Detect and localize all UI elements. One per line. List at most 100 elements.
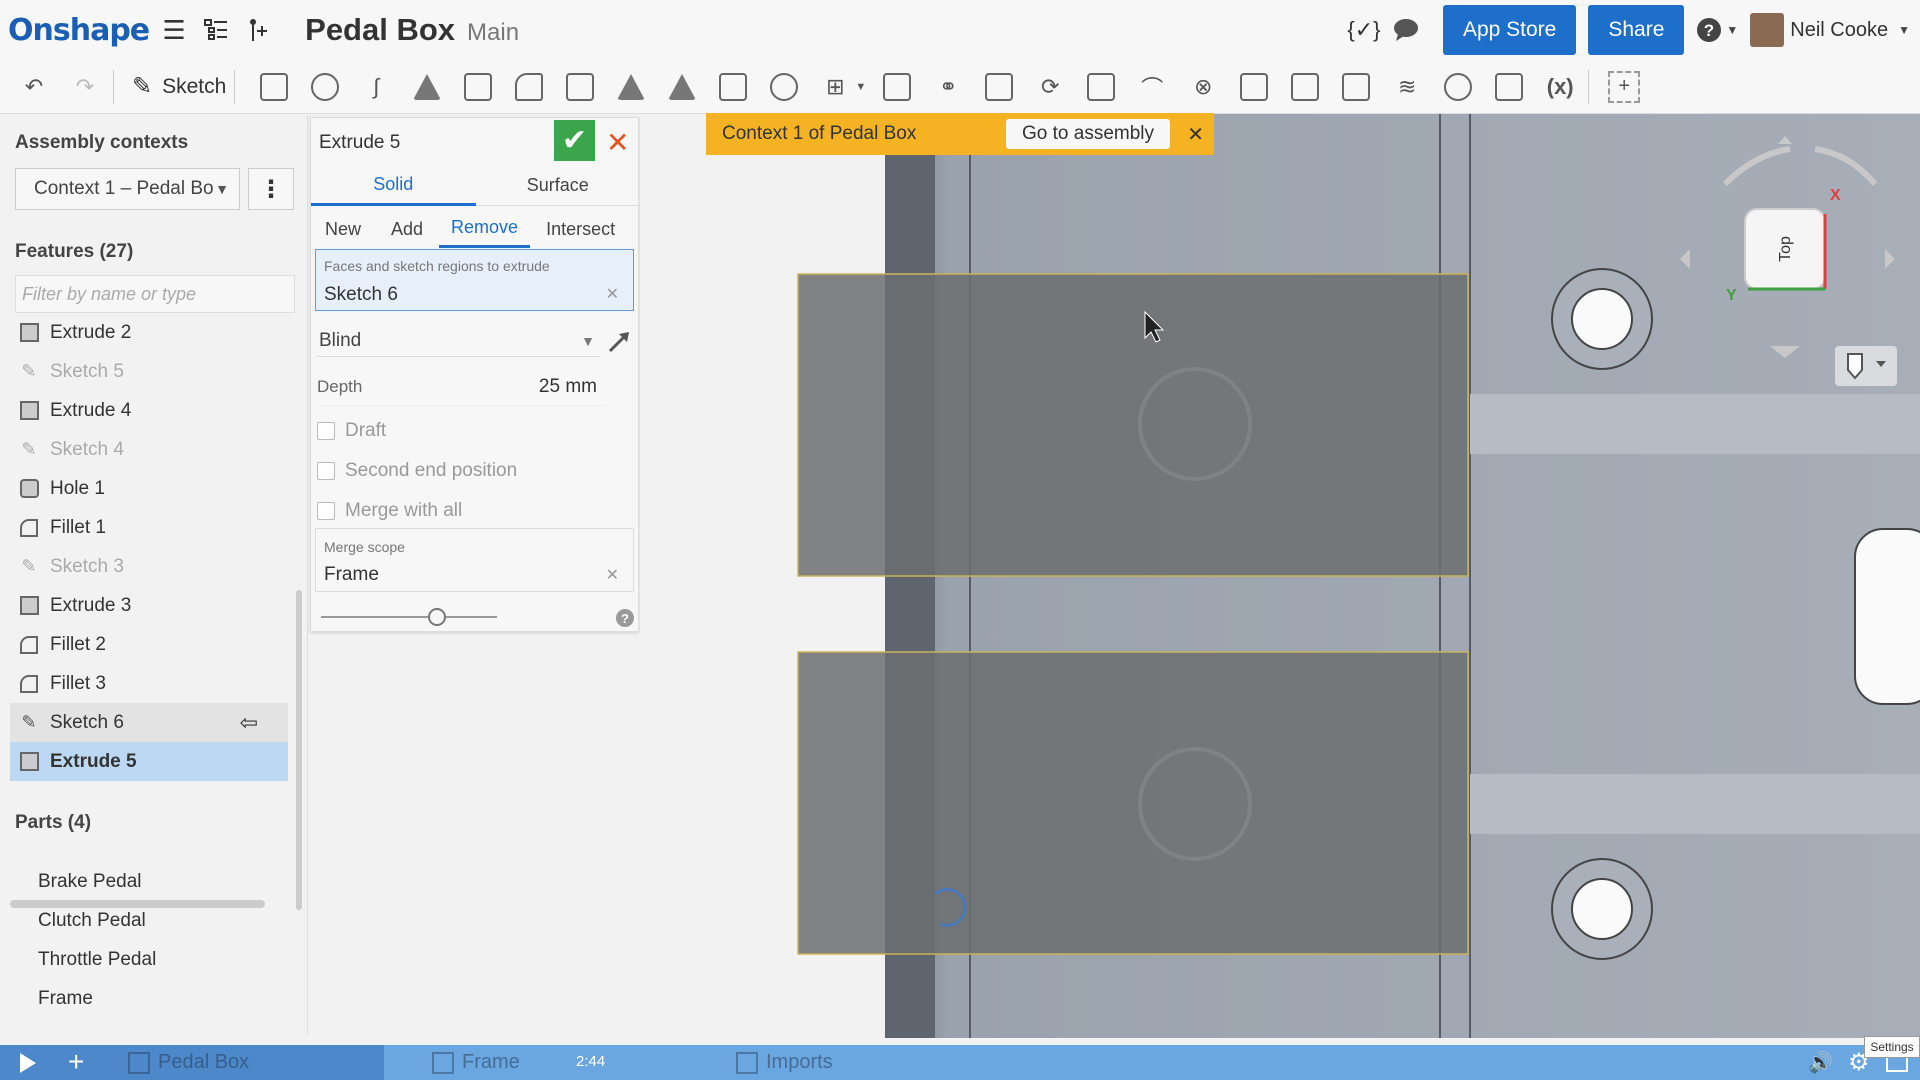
context-menu-icon[interactable]: ⋮ <box>248 168 294 210</box>
tab-pedal-box[interactable]: Pedal Box <box>128 1045 249 1080</box>
delete-part-icon[interactable] <box>1081 67 1121 107</box>
delete-face-icon[interactable]: ⊗ <box>1183 67 1223 107</box>
branch-name[interactable]: Main <box>467 19 519 47</box>
faces-selection-field[interactable]: Faces and sketch regions to extrude Sket… <box>315 249 634 311</box>
tab-add[interactable]: Add <box>391 210 423 248</box>
chamfer-icon[interactable] <box>560 67 600 107</box>
revolve-icon[interactable] <box>305 67 345 107</box>
render-mode-box[interactable] <box>1835 346 1897 386</box>
draft-checkbox[interactable] <box>317 422 335 440</box>
context-select[interactable]: Context 1 – Pedal Bo ▼ <box>15 168 240 210</box>
tab-new[interactable]: New <box>325 210 361 248</box>
app-store-button[interactable]: App Store <box>1442 5 1577 55</box>
add-custom-feature-icon[interactable]: + <box>1608 70 1641 103</box>
extrude-icon[interactable] <box>254 67 294 107</box>
user-avatar[interactable] <box>1750 13 1785 47</box>
feature-item[interactable]: Extrude 3 <box>10 586 288 625</box>
dialog-help-icon[interactable]: ? <box>616 609 634 627</box>
thicken-icon[interactable] <box>458 67 498 107</box>
go-to-assembly-button[interactable]: Go to assembly <box>1006 119 1170 149</box>
feature-filter-input[interactable]: Filter by name or type <box>15 275 295 313</box>
merge-all-option[interactable]: Merge with all <box>317 494 462 528</box>
feature-item[interactable]: Extrude 2 <box>10 313 288 352</box>
instances-icon[interactable] <box>241 13 275 47</box>
draft-option[interactable]: Draft <box>317 414 386 448</box>
feature-item[interactable]: Fillet 2 <box>10 625 288 664</box>
part-item[interactable]: Brake Pedal <box>38 862 156 901</box>
volume-icon[interactable]: 🔊 <box>1808 1050 1833 1075</box>
document-title[interactable]: Pedal Box <box>305 12 455 48</box>
merge-scope-field[interactable]: Merge scope Frame ✕ <box>315 528 634 592</box>
tab-intersect[interactable]: Intersect <box>546 210 615 248</box>
rollback-slider-track[interactable] <box>321 616 497 618</box>
hole-icon[interactable] <box>764 67 804 107</box>
mate-connector-icon[interactable] <box>1438 67 1478 107</box>
tab-remove[interactable]: Remove <box>439 210 531 248</box>
rib-icon[interactable] <box>662 67 702 107</box>
direction-flip-icon[interactable] <box>607 328 633 360</box>
features-title[interactable]: Features (27) <box>15 241 133 263</box>
end-type-select[interactable]: Blind ▼ <box>317 325 601 357</box>
onshape-logo[interactable]: Onshape <box>8 13 150 48</box>
mirror-icon[interactable] <box>877 67 917 107</box>
draft-icon[interactable] <box>611 67 651 107</box>
redo-icon[interactable]: ↷ <box>65 67 105 107</box>
modify-fillet-icon[interactable]: ⌒ <box>1132 67 1172 107</box>
feature-list-vertical-scrollbar[interactable] <box>296 590 302 910</box>
feature-item[interactable]: ✎ Sketch 6 ⇦ <box>10 703 288 742</box>
second-end-option[interactable]: Second end position <box>317 454 517 488</box>
plane-icon[interactable] <box>1336 67 1376 107</box>
merge-scope-value[interactable]: Frame <box>324 564 379 586</box>
feature-item[interactable]: Hole 1 <box>10 469 288 508</box>
move-face-icon[interactable] <box>1234 67 1274 107</box>
play-icon[interactable] <box>20 1053 36 1073</box>
tab-imports[interactable]: Imports <box>736 1045 833 1080</box>
graphics-viewport[interactable]: Top X Y <box>640 114 1920 1038</box>
feature-item[interactable]: Fillet 1 <box>10 508 288 547</box>
replace-face-icon[interactable] <box>1285 67 1325 107</box>
depth-field[interactable]: Depth 25 mm <box>317 368 607 406</box>
sketch-button[interactable]: ✎ Sketch <box>132 72 226 101</box>
variable-icon[interactable]: (x) <box>1540 67 1580 107</box>
pattern-icon[interactable]: ⊞ <box>815 67 855 107</box>
tab-surface[interactable]: Surface <box>475 166 640 206</box>
loft-icon[interactable] <box>407 67 447 107</box>
tab-solid[interactable]: Solid <box>311 166 476 206</box>
undo-icon[interactable]: ↶ <box>14 67 54 107</box>
part-item[interactable]: Frame <box>38 979 156 1018</box>
render-mode-button[interactable] <box>1835 346 1897 386</box>
merge-all-checkbox[interactable] <box>317 502 335 520</box>
variables-icon[interactable]: {✓} <box>1347 13 1381 47</box>
feature-item[interactable]: Fillet 3 <box>10 664 288 703</box>
feature-item[interactable]: ✎ Sketch 5 <box>10 352 288 391</box>
feature-list-icon[interactable] <box>199 13 233 47</box>
share-button[interactable]: Share <box>1588 5 1685 55</box>
rollback-slider-thumb[interactable] <box>428 608 446 626</box>
depth-value[interactable]: 25 mm <box>539 376 597 398</box>
model-canvas[interactable]: Top X Y <box>640 114 1920 1038</box>
user-name[interactable]: Neil Cooke <box>1790 19 1888 42</box>
comments-icon[interactable] <box>1389 13 1423 47</box>
pattern-dropdown-icon[interactable]: ▼ <box>855 81 866 93</box>
rollback-arrow-icon[interactable]: ⇦ <box>240 710 258 736</box>
extrude-preview-lower[interactable] <box>797 651 1469 955</box>
accept-button[interactable]: ✔ <box>554 120 595 161</box>
part-item[interactable]: Clutch Pedal <box>38 901 156 940</box>
dialog-title[interactable]: Extrude 5 <box>319 132 400 154</box>
cancel-button[interactable]: ✕ <box>606 126 629 159</box>
helix-icon[interactable]: ≋ <box>1387 67 1427 107</box>
clear-scope-icon[interactable]: ✕ <box>606 565 619 585</box>
transform-icon[interactable]: ⟳ <box>1030 67 1070 107</box>
sheet-metal-icon[interactable] <box>1489 67 1529 107</box>
extrude-preview-upper[interactable] <box>797 273 1469 577</box>
faces-field-value[interactable]: Sketch 6 <box>324 284 398 306</box>
boolean-icon[interactable]: ⚭ <box>928 67 968 107</box>
second-end-checkbox[interactable] <box>317 462 335 480</box>
clear-selection-icon[interactable]: ✕ <box>606 284 619 304</box>
part-item[interactable]: Throttle Pedal <box>38 940 156 979</box>
feature-item[interactable]: Extrude 5 <box>10 742 288 781</box>
sweep-icon[interactable]: ∫ <box>356 67 396 107</box>
shell-icon[interactable] <box>713 67 753 107</box>
user-dropdown-icon[interactable]: ▼ <box>1898 23 1910 37</box>
close-icon[interactable]: ✕ <box>1187 122 1204 147</box>
